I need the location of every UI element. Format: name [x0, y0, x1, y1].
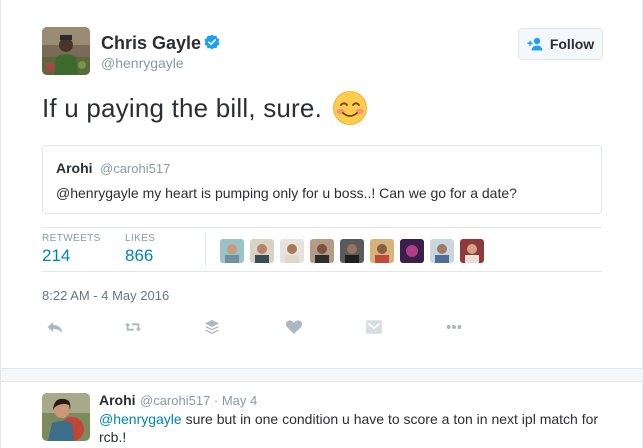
retweet-button[interactable]	[122, 318, 144, 336]
tweet-text: If u paying the bill, sure.	[42, 93, 322, 123]
liker-avatar[interactable]	[400, 239, 424, 263]
liker-avatar[interactable]	[430, 239, 454, 263]
author-name[interactable]: Chris Gayle	[101, 33, 201, 54]
tweet-actions	[42, 318, 602, 338]
add-user-icon	[527, 37, 543, 51]
reply-author-name[interactable]: Arohi	[99, 392, 136, 408]
likes-label: LIKES	[125, 233, 156, 244]
more-button[interactable]	[443, 318, 465, 336]
reply-meta[interactable]: @carohi517 · May 4	[140, 393, 257, 408]
like-button[interactable]	[283, 318, 305, 336]
liker-avatar[interactable]	[280, 239, 304, 263]
like-icon	[285, 320, 303, 334]
reply-text: @henrygayle sure but in one condition u …	[99, 410, 599, 446]
retweet-icon	[124, 322, 142, 332]
replies-separator	[1, 368, 643, 382]
liker-avatars	[220, 239, 484, 263]
author-avatar[interactable]	[42, 27, 90, 75]
quoted-tweet-text: @henrygayle my heart is pumping only for…	[56, 185, 517, 201]
tweet-timestamp[interactable]: 8:22 AM - 4 May 2016	[42, 288, 169, 303]
more-icon	[446, 325, 462, 329]
reply-button[interactable]	[44, 318, 66, 336]
likes-stat[interactable]: LIKES 866	[125, 233, 155, 266]
mail-icon	[366, 320, 382, 334]
liker-avatar[interactable]	[250, 239, 274, 263]
follow-button[interactable]: Follow	[518, 28, 603, 60]
tweet-card: Chris Gayle @henrygayle Follow If u payi…	[0, 0, 643, 448]
liker-avatar[interactable]	[220, 239, 244, 263]
retweets-count: 214	[42, 246, 71, 265]
quoted-tweet[interactable]: Arohi @carohi517 @henrygayle my heart is…	[42, 145, 602, 214]
retweets-label: RETWEETS	[42, 233, 101, 244]
reply-icon	[47, 322, 63, 333]
quoted-author-name: Arohi	[56, 160, 93, 176]
buffer-icon	[205, 320, 219, 334]
buffer-button[interactable]	[201, 318, 223, 336]
follow-label: Follow	[549, 36, 595, 52]
stats-divider	[205, 233, 206, 266]
retweets-stat[interactable]: RETWEETS 214	[42, 233, 101, 266]
reply-mention-link[interactable]: @henrygayle	[99, 411, 182, 427]
liker-avatar[interactable]	[310, 239, 334, 263]
smiling-face-emoji-icon	[333, 91, 367, 125]
quoted-author-handle: @carohi517	[100, 161, 171, 176]
liker-avatar[interactable]	[460, 239, 484, 263]
author-handle[interactable]: @henrygayle	[101, 55, 184, 71]
reply-author-avatar[interactable]	[42, 393, 90, 441]
tweet-stats: RETWEETS 214 LIKES 866	[42, 227, 602, 272]
liker-avatar[interactable]	[370, 239, 394, 263]
liker-avatar[interactable]	[340, 239, 364, 263]
verified-badge-icon	[204, 34, 220, 50]
author-photo	[42, 27, 90, 75]
likes-count: 866	[125, 246, 154, 265]
reply-author-photo	[42, 393, 90, 441]
mail-button[interactable]	[363, 318, 385, 336]
